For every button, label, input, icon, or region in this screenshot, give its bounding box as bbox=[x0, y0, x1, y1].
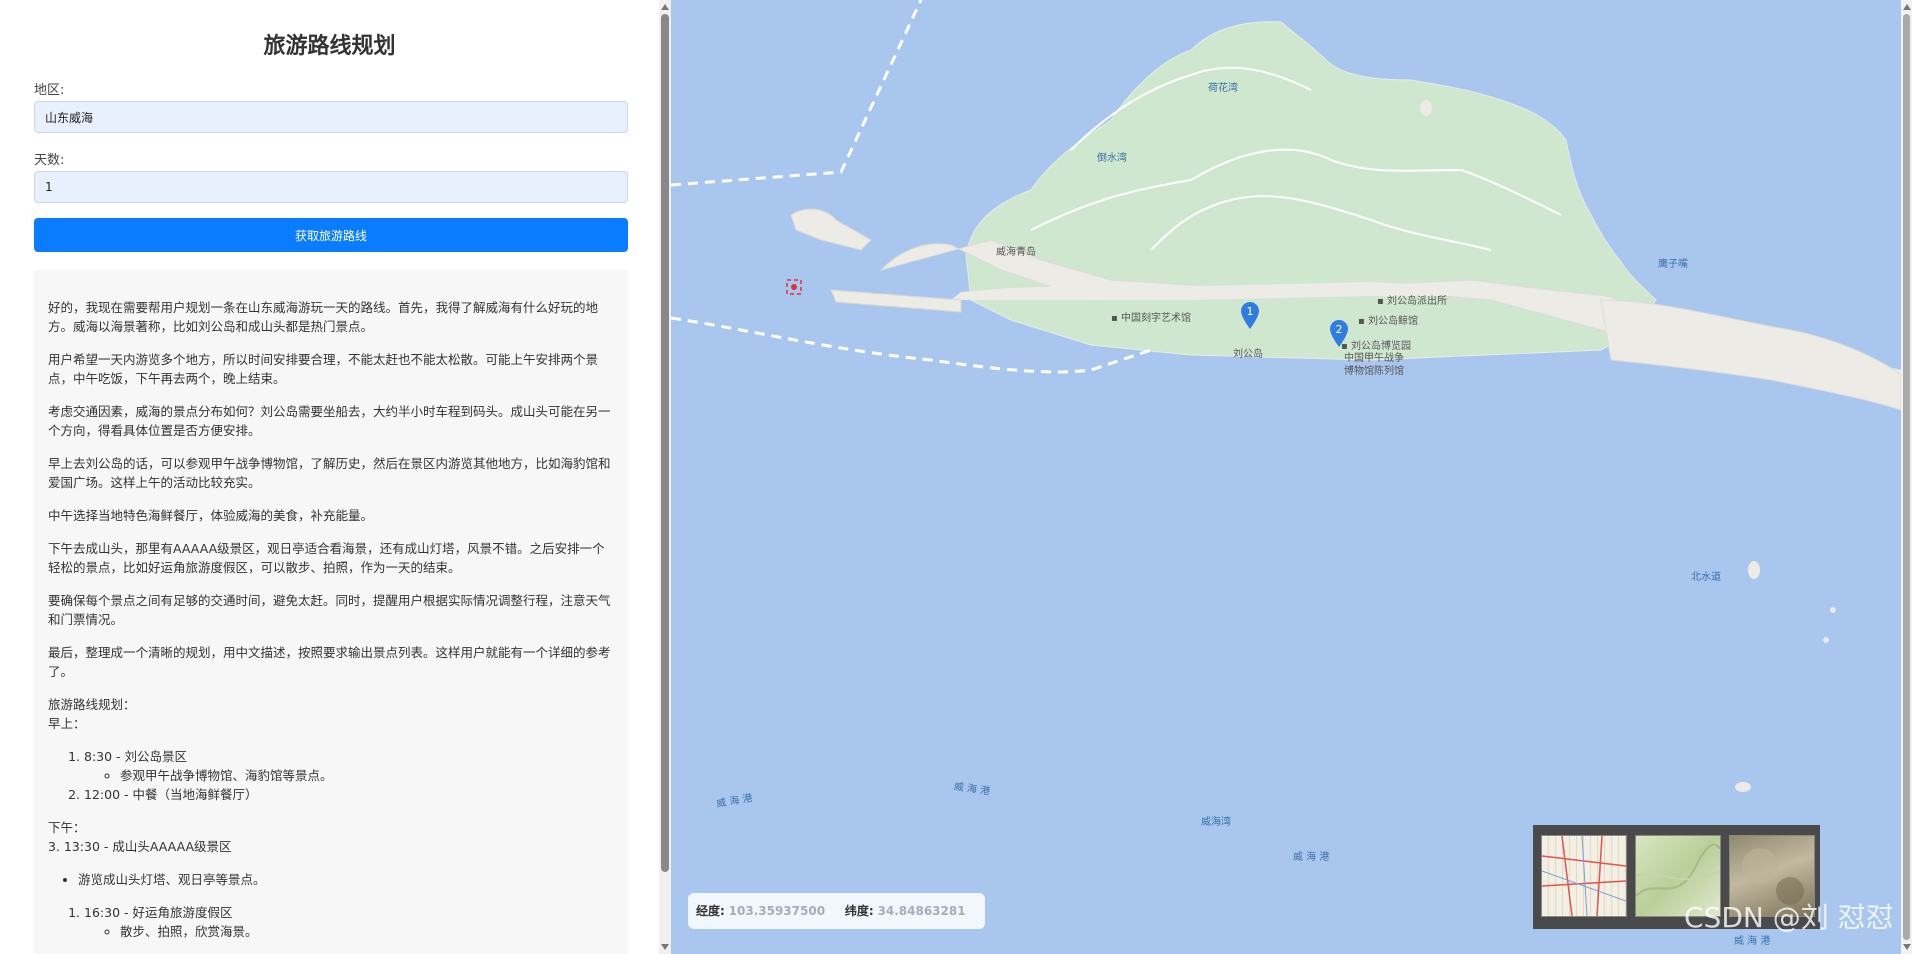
longitude-label: 经度: bbox=[696, 904, 725, 918]
result-paragraph: 下午去成山头，那里有AAAAA级景区，观日亭适合看海景，还有成山灯塔，风景不错。… bbox=[48, 541, 605, 575]
poi-carving-museum[interactable]: ▪ 中国刻字艺术馆 bbox=[1111, 309, 1191, 324]
scrollbar-thumb[interactable] bbox=[1903, 14, 1910, 940]
coordinate-readout: 经度: 103.35937500 纬度: 34.84863281 bbox=[688, 893, 985, 929]
map-view[interactable]: 荷花湾 倒水湾 鹰子嘴 威海青岛 ▪ 中国刻字艺术馆 ▪ 刘公岛派出所 ▪ 刘公… bbox=[671, 0, 1901, 954]
list-item-text: 12:00 - 中餐（当地海鲜餐厅） bbox=[84, 787, 258, 802]
route-result-box: 好的，我现在需要帮用户规划一条在山东威海游玩一天的路线。首先，我得了解威海有什么… bbox=[34, 270, 628, 954]
morning-list: 8:30 - 刘公岛景区 参观甲午战争博物馆、海豹馆等景点。 12:00 - 中… bbox=[48, 747, 614, 804]
latitude-value: 34.84863281 bbox=[877, 904, 966, 918]
map-pin-icon: 2 bbox=[1330, 320, 1348, 347]
scroll-up-arrow-icon[interactable] bbox=[1903, 4, 1911, 10]
map-label-weihai-port: 威 海 港 bbox=[1293, 852, 1330, 863]
latitude-label: 纬度: bbox=[844, 904, 874, 918]
museum-icon: ▪ bbox=[1111, 313, 1118, 324]
islet bbox=[1735, 782, 1751, 792]
map-label-yingzi-cliff: 鹰子嘴 bbox=[1658, 259, 1688, 270]
pier-north bbox=[790, 208, 872, 251]
islet bbox=[1830, 607, 1836, 613]
map-label-hehua-bay: 荷花湾 bbox=[1208, 83, 1238, 94]
days-label: 天数: bbox=[34, 153, 65, 168]
map-label-weihai-bay: 威海湾 bbox=[1201, 817, 1231, 828]
result-paragraph: 好的，我现在需要帮用户规划一条在山东威海游玩一天的路线。首先，我得了解威海有什么… bbox=[48, 300, 599, 334]
afternoon-line: 3. 13:30 - 成山头AAAAA级景区 bbox=[48, 839, 232, 854]
watermark: CSDN @刘 怼怼 bbox=[1684, 901, 1894, 934]
result-paragraph: 考虑交通因素，威海的景点分布如何？刘公岛需要坐船去，大约半小时车程到码头。成山头… bbox=[48, 404, 611, 438]
list-item-text: 8:30 - 刘公岛景区 bbox=[84, 749, 188, 764]
route-planner-panel: 旅游路线规划 地区: 天数: 获取旅游路线 好的，我现在需要帮用户规划一条在山东… bbox=[0, 0, 659, 954]
map-label-north-channel: 北水道 bbox=[1691, 572, 1721, 583]
list-item: 8:30 - 刘公岛景区 参观甲午战争博物馆、海豹馆等景点。 bbox=[84, 747, 614, 785]
afternoon-label: 下午： bbox=[48, 820, 86, 835]
sub-item: 参观甲午战争博物馆、海豹馆等景点。 bbox=[120, 766, 614, 785]
result-paragraph: 用户希望一天内游览多个地方，所以时间安排要合理，不能太赶也不能太松散。可能上午安… bbox=[48, 352, 599, 386]
region-label: 地区: bbox=[34, 83, 65, 98]
scroll-down-arrow-icon[interactable] bbox=[661, 944, 669, 950]
poi-war-museum-line2[interactable]: 博物馆陈列馆 bbox=[1344, 362, 1404, 377]
panel-scrollbar[interactable] bbox=[659, 0, 671, 954]
scroll-down-arrow-icon[interactable] bbox=[1903, 944, 1911, 950]
islet bbox=[1823, 637, 1829, 643]
map-base-layer bbox=[671, 0, 1901, 792]
map-label-liugong-station: 刘公岛 bbox=[1233, 349, 1263, 360]
days-input[interactable] bbox=[34, 171, 628, 203]
scroll-up-arrow-icon[interactable] bbox=[661, 4, 669, 10]
list-item-text: 16:30 - 好运角旅游度假区 bbox=[84, 905, 233, 920]
street-layer-thumb[interactable] bbox=[1541, 835, 1627, 917]
sub-item: 散步、拍照，欣赏海景。 bbox=[120, 922, 614, 941]
region-input[interactable] bbox=[34, 101, 628, 133]
result-paragraph: 最后，整理成一个清晰的规划，用中文描述，按照要求输出景点列表。这样用户就能有一个… bbox=[48, 645, 611, 679]
route-marker-1[interactable]: 1 bbox=[1239, 300, 1261, 330]
map-pin-icon: 1 bbox=[1241, 302, 1259, 329]
morning-label: 早上： bbox=[48, 716, 86, 731]
longitude-value: 103.35937500 bbox=[728, 904, 826, 918]
svg-text:2: 2 bbox=[1336, 323, 1343, 336]
police-icon: ▪ bbox=[1377, 296, 1384, 307]
poi-police-station[interactable]: ▪ 刘公岛派出所 bbox=[1377, 292, 1447, 307]
islet bbox=[1748, 561, 1760, 579]
route-marker-2[interactable]: 2 bbox=[1328, 318, 1350, 348]
street-map-icon bbox=[1541, 835, 1627, 917]
evening-list: 16:30 - 好运角旅游度假区 散步、拍照，欣赏海景。 bbox=[48, 903, 614, 941]
scrollbar-thumb[interactable] bbox=[661, 14, 669, 872]
plan-title: 旅游路线规划： bbox=[48, 697, 136, 712]
poi-label-text: 中国刻字艺术馆 bbox=[1120, 313, 1191, 324]
get-route-button[interactable]: 获取旅游路线 bbox=[34, 218, 628, 252]
list-item: 16:30 - 好运角旅游度假区 散步、拍照，欣赏海景。 bbox=[84, 903, 614, 941]
result-paragraph: 中午选择当地特色海鲜餐厅，体验威海的美食，补充能量。 bbox=[48, 508, 374, 523]
page-title: 旅游路线规划 bbox=[263, 34, 396, 59]
sea-boundary bbox=[671, 0, 923, 187]
islet bbox=[1420, 100, 1432, 116]
location-reticle-icon bbox=[786, 279, 802, 295]
list-item: 游览成山头灯塔、观日亭等景点。 bbox=[78, 870, 614, 889]
svg-text:1: 1 bbox=[1247, 305, 1254, 318]
east-tail bbox=[1600, 299, 1901, 411]
museum-icon: ▪ bbox=[1358, 316, 1365, 327]
panel-scroll-area: 旅游路线规划 地区: 天数: 获取旅游路线 好的，我现在需要帮用户规划一条在山东… bbox=[0, 0, 659, 954]
poi-label-text: 刘公岛鲸馆 bbox=[1367, 316, 1418, 327]
poi-label-text: 刘公岛派出所 bbox=[1386, 296, 1447, 307]
result-paragraph: 要确保每个景点之间有足够的交通时间，避免太赶。同时，提醒用户根据实际情况调整行程… bbox=[48, 593, 611, 627]
map-label-weihai-qingdao: 威海青岛 bbox=[996, 247, 1036, 258]
list-item: 12:00 - 中餐（当地海鲜餐厅） bbox=[84, 785, 614, 804]
afternoon-bullets: 游览成山头灯塔、观日亭等景点。 bbox=[48, 870, 614, 889]
page-scrollbar[interactable] bbox=[1901, 0, 1912, 954]
map-label-daoshui-bay: 倒水湾 bbox=[1097, 153, 1127, 164]
poi-navy-hall[interactable]: ▪ 刘公岛鲸馆 bbox=[1358, 312, 1418, 327]
result-paragraph: 早上去刘公岛的话，可以参观甲午战争博物馆，了解历史，然后在景区内游览其他地方，比… bbox=[48, 456, 611, 490]
pier-south bbox=[830, 289, 962, 313]
